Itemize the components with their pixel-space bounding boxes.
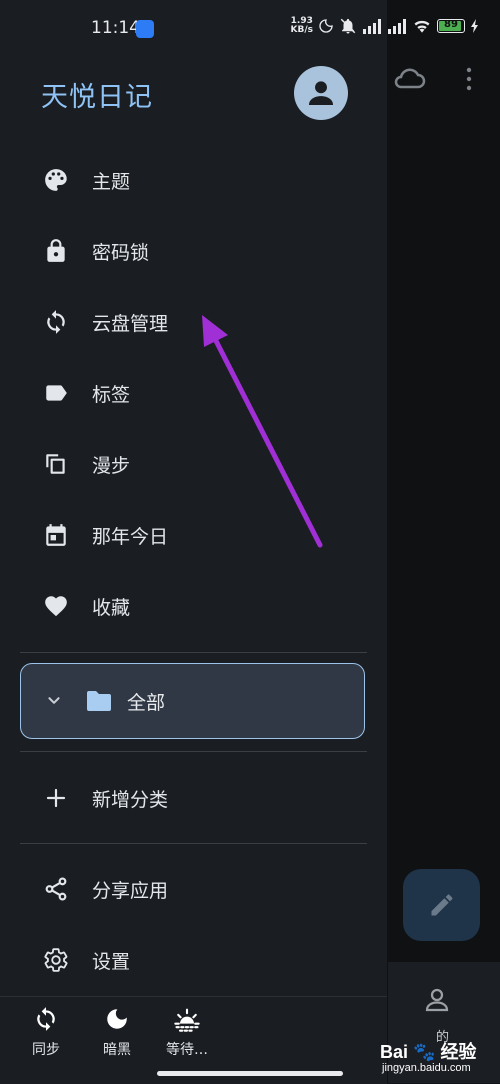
- folder-all[interactable]: 全部: [20, 663, 365, 739]
- share-app-button[interactable]: 分享应用: [0, 859, 387, 919]
- sync-label: 同步: [32, 1042, 60, 1058]
- person-icon[interactable]: [422, 985, 452, 1015]
- signal-icon: [388, 19, 406, 34]
- menu-item-label: 主题: [92, 170, 131, 193]
- status-bar: 11:14 1.93 KB/s 89: [0, 0, 500, 56]
- cloud-icon[interactable]: [392, 64, 426, 92]
- waiting-label: 等待…: [166, 1042, 208, 1058]
- gear-icon: [43, 947, 69, 973]
- share-icon: [43, 876, 69, 902]
- share-app-label: 分享应用: [92, 879, 169, 902]
- moon-icon: [319, 19, 333, 33]
- watermark-brand: Bai 🐾 经验: [380, 1042, 477, 1062]
- menu-item-label: 漫步: [92, 454, 131, 477]
- sync-icon: [32, 1005, 60, 1033]
- menu-item-password-lock[interactable]: 密码锁: [0, 221, 387, 281]
- network-speed: 1.93 KB/s: [291, 17, 313, 35]
- folder-label: 全部: [127, 692, 166, 714]
- signal-icon: [363, 19, 381, 34]
- add-category-label: 新增分类: [92, 788, 169, 811]
- chevron-down-icon[interactable]: [43, 690, 65, 712]
- battery-icon: 89: [437, 19, 465, 33]
- calendar-icon: [43, 522, 69, 548]
- app-notification-icon: [136, 20, 154, 38]
- network-speed-unit: KB/s: [290, 25, 313, 35]
- moon-icon: [103, 1005, 131, 1033]
- menu-item-favorites[interactable]: 收藏: [0, 576, 387, 636]
- lock-icon: [43, 238, 69, 264]
- divider: [20, 843, 367, 844]
- app-title: 天悦日记: [41, 82, 153, 113]
- heart-icon: [43, 593, 69, 619]
- folder-icon: [87, 691, 111, 711]
- avatar[interactable]: [294, 66, 348, 120]
- palette-icon: [43, 167, 69, 193]
- menu-item-label: 那年今日: [92, 525, 169, 548]
- menu-item-theme[interactable]: 主题: [0, 150, 387, 210]
- person-icon: [308, 81, 334, 106]
- settings-button[interactable]: 设置: [0, 930, 387, 990]
- edit-fab-button[interactable]: [403, 869, 480, 941]
- divider: [20, 751, 367, 752]
- gesture-nav-bar[interactable]: [157, 1071, 343, 1076]
- dark-mode-label: 暗黑: [103, 1042, 131, 1058]
- divider: [20, 652, 367, 653]
- status-icons: 1.93 KB/s 89: [291, 17, 480, 35]
- settings-label: 设置: [92, 950, 131, 973]
- add-category-button[interactable]: 新增分类: [0, 768, 387, 828]
- sunrise-icon: [173, 1005, 201, 1033]
- copy-icon: [43, 451, 69, 477]
- watermark-url: jingyan.baidu.com: [382, 1062, 471, 1074]
- menu-item-label: 标签: [92, 383, 131, 406]
- dark-mode-button[interactable]: 暗黑: [87, 1005, 147, 1059]
- mute-bell-icon: [340, 18, 356, 34]
- sync-button[interactable]: 同步: [16, 1005, 76, 1059]
- menu-item-label: 云盘管理: [92, 312, 169, 335]
- sync-icon: [43, 309, 69, 335]
- annotation-arrow: [202, 315, 323, 548]
- battery-level: 89: [444, 19, 458, 30]
- charging-icon: [471, 19, 478, 33]
- status-time: 11:14: [91, 18, 140, 38]
- plus-icon: [43, 785, 69, 811]
- menu-item-label: 收藏: [92, 596, 131, 619]
- waiting-button[interactable]: 等待…: [157, 1005, 217, 1059]
- baidu-watermark: Bai 🐾 经验 jingyan.baidu.com: [380, 1030, 500, 1083]
- wifi-icon: [414, 20, 430, 33]
- menu-item-label: 密码锁: [92, 241, 150, 264]
- more-vert-icon[interactable]: [462, 66, 476, 92]
- pencil-icon: [431, 894, 452, 916]
- label-icon: [43, 380, 69, 406]
